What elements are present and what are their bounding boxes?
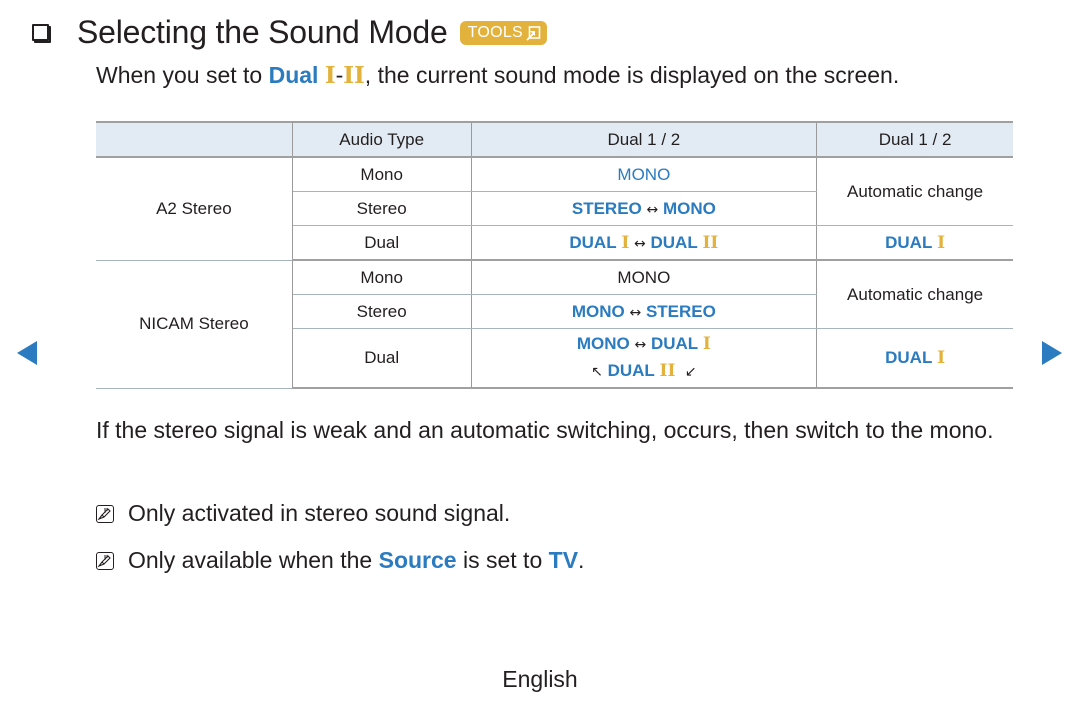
note-middle: is set to [456, 547, 549, 573]
roman-one: I [621, 232, 630, 253]
tv-link: TV [548, 547, 579, 573]
note-item: Only available when the Source is set to… [96, 547, 584, 574]
note-item: Only activated in stereo sound signal. [96, 500, 510, 527]
tools-arrow-icon [526, 25, 541, 41]
next-page-icon[interactable] [1042, 341, 1062, 365]
mode-b: DUAL [650, 232, 698, 252]
mode-a: STEREO [571, 198, 642, 218]
arrow-up-left-icon: ↖ [591, 364, 603, 380]
mode-b: MONO [662, 198, 716, 218]
auto-cell: Automatic change [816, 156, 1013, 226]
auto-cell: DUAL I [816, 328, 1013, 389]
dual-cell: MONO ↔ STEREO [470, 294, 817, 329]
switch-arrow: ↔ [634, 235, 646, 252]
tools-badge-label: TOOLS [467, 24, 524, 41]
header-empty [96, 121, 293, 158]
mode-a: DUAL [569, 232, 617, 252]
table-row: NICAM Stereo Mono MONO Automatic change [96, 259, 1013, 389]
mode-a: MONO [576, 334, 630, 353]
table-row: A2 Stereo Mono MONO Automatic change [96, 156, 1013, 261]
mode-c: DUAL [607, 361, 655, 380]
audio-type-cell: Dual [292, 225, 472, 261]
roman-one: I [937, 232, 946, 253]
weak-signal-paragraph: If the stereo signal is weak and an auto… [96, 417, 994, 443]
intro-after: , the current sound mode is displayed on… [364, 62, 900, 88]
switch-arrow: ↔ [634, 337, 647, 353]
note-icon [96, 504, 114, 523]
page-title: Selecting the Sound Mode [77, 13, 448, 50]
arrow-down-left-icon: ↙ [684, 364, 697, 380]
switch-arrow: ↔ [646, 201, 659, 218]
audio-type-cell: Stereo [292, 294, 472, 329]
note-text: Only available when the Source is set to… [128, 547, 584, 574]
dual-cell: MONO [470, 156, 818, 192]
note-text: Only activated in stereo sound signal. [128, 500, 511, 526]
mode: DUAL [885, 348, 933, 367]
audio-type-cell: Stereo [292, 191, 472, 226]
tools-badge: TOOLS [459, 21, 548, 45]
roman-two: II [343, 62, 365, 89]
sound-mode-table: Audio Type Dual 1 / 2 Dual 1 / 2 A2 Ster… [96, 121, 1013, 389]
mode-a: MONO [571, 301, 625, 321]
table-header-row: Audio Type Dual 1 / 2 Dual 1 / 2 [96, 121, 1013, 158]
mode-b: STEREO [645, 301, 716, 321]
previous-page-icon[interactable] [17, 341, 37, 365]
dual-cell: DUAL I ↔ DUAL II [470, 225, 818, 261]
audio-type-cell: Mono [291, 156, 472, 192]
header-audio-type: Audio Type [291, 121, 472, 158]
header-dual-1: Dual 1 / 2 [470, 121, 818, 158]
group-label: NICAM Stereo [96, 259, 293, 389]
dual-cell: MONO [470, 259, 818, 295]
dual-cell: STEREO ↔ MONO [470, 191, 817, 226]
dual-cell: MONO ↔ DUAL I ↖ DUAL II ↙ [470, 328, 818, 389]
audio-type-cell: Dual [292, 328, 472, 389]
cycle-line-2: ↖ DUAL II ↙ [472, 358, 817, 385]
header-dual-2: Dual 1 / 2 [816, 121, 1013, 158]
footer-language: English [502, 666, 578, 692]
auto-cell: Automatic change [816, 259, 1013, 329]
group-label: A2 Stereo [96, 156, 293, 261]
intro-text: When you set to Dual I-II, the current s… [96, 62, 899, 89]
roman-one: I [702, 334, 711, 354]
mode-b: DUAL [650, 334, 699, 353]
roman-one: I [324, 62, 336, 89]
checkbox-square-icon [32, 23, 49, 41]
note-icon [96, 551, 114, 570]
note-before: Only available when the [128, 547, 379, 573]
audio-type-cell: Mono [291, 259, 472, 295]
intro-before: When you set to [96, 62, 269, 88]
source-link: Source [378, 547, 457, 573]
auto-cell: DUAL I [816, 225, 1013, 261]
roman-one: I [937, 348, 946, 368]
switch-arrow: ↔ [629, 304, 642, 321]
roman-two: II [702, 232, 719, 253]
roman-two: II [659, 361, 676, 381]
mode: DUAL [885, 232, 933, 252]
section-heading: Selecting the Sound Mode TOOLS [30, 10, 548, 54]
note-after: . [578, 547, 585, 573]
dual-highlight: Dual [268, 62, 319, 88]
cycle-line-1: MONO ↔ DUAL I [472, 331, 817, 358]
